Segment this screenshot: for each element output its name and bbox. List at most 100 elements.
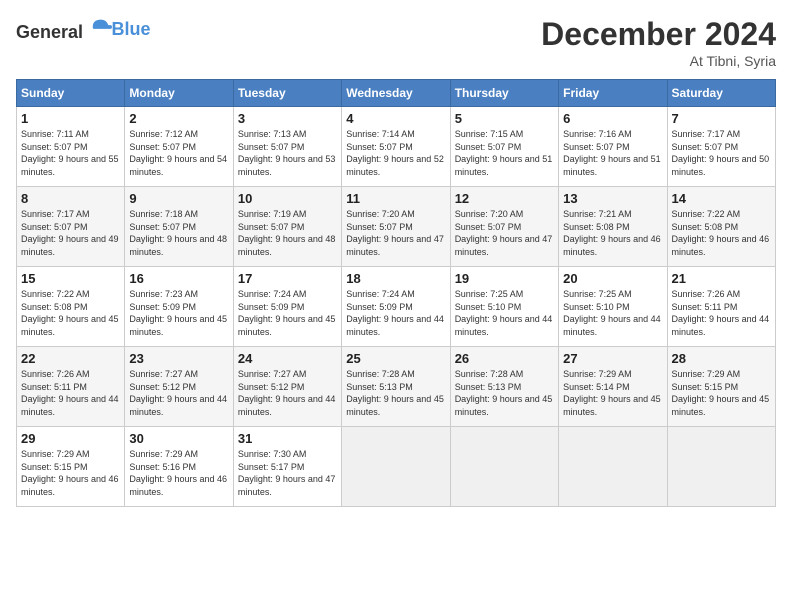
table-row: 26 Sunrise: 7:28 AMSunset: 5:13 PMDayligh…: [450, 347, 558, 427]
logo[interactable]: General Blue: [16, 16, 151, 43]
day-info: Sunrise: 7:15 AMSunset: 5:07 PMDaylight:…: [455, 129, 553, 177]
table-row: 21 Sunrise: 7:26 AMSunset: 5:11 PMDayligh…: [667, 267, 775, 347]
table-row: 6Sunrise: 7:16 AMSunset: 5:07 PMDaylight…: [559, 107, 667, 187]
weekday-header-row: Sunday Monday Tuesday Wednesday Thursday…: [17, 80, 776, 107]
day-number: 9: [129, 191, 228, 206]
table-row: 30Sunrise: 7:29 AMSunset: 5:16 PMDayligh…: [125, 427, 233, 507]
day-info: Sunrise: 7:27 AMSunset: 5:12 PMDaylight:…: [129, 369, 227, 417]
table-row: 25 Sunrise: 7:28 AMSunset: 5:13 PMDayligh…: [342, 347, 450, 427]
table-row: 19 Sunrise: 7:25 AMSunset: 5:10 PMDayligh…: [450, 267, 558, 347]
day-info: Sunrise: 7:18 AMSunset: 5:07 PMDaylight:…: [129, 209, 227, 257]
day-info: Sunrise: 7:17 AMSunset: 5:07 PMDaylight:…: [672, 129, 770, 177]
month-title: December 2024: [541, 16, 776, 53]
logo-icon: [90, 16, 112, 38]
day-number: 21: [672, 271, 771, 286]
table-row: 24 Sunrise: 7:27 AMSunset: 5:12 PMDayligh…: [233, 347, 341, 427]
table-row: 28Sunrise: 7:29 AMSunset: 5:15 PMDayligh…: [667, 347, 775, 427]
calendar-week-row: 15 Sunrise: 7:22 AMSunset: 5:08 PMDayligh…: [17, 267, 776, 347]
day-number: 16: [129, 271, 228, 286]
day-info: Sunrise: 7:23 AMSunset: 5:09 PMDaylight:…: [129, 289, 227, 337]
day-info: Sunrise: 7:28 AMSunset: 5:13 PMDaylight:…: [455, 369, 553, 417]
day-number: 19: [455, 271, 554, 286]
day-info: Sunrise: 7:24 AMSunset: 5:09 PMDaylight:…: [346, 289, 444, 337]
day-number: 13: [563, 191, 662, 206]
table-row: 27Sunrise: 7:29 AMSunset: 5:14 PMDayligh…: [559, 347, 667, 427]
table-row: 7 Sunrise: 7:17 AMSunset: 5:07 PMDaylight…: [667, 107, 775, 187]
day-info: Sunrise: 7:28 AMSunset: 5:13 PMDaylight:…: [346, 369, 444, 417]
logo-general: General: [16, 22, 83, 42]
day-number: 24: [238, 351, 337, 366]
calendar-week-row: 1 Sunrise: 7:11 AMSunset: 5:07 PMDaylight…: [17, 107, 776, 187]
day-number: 23: [129, 351, 228, 366]
calendar-table: Sunday Monday Tuesday Wednesday Thursday…: [16, 79, 776, 507]
day-info: Sunrise: 7:29 AMSunset: 5:15 PMDaylight:…: [672, 369, 770, 417]
day-number: 5: [455, 111, 554, 126]
day-info: Sunrise: 7:20 AMSunset: 5:07 PMDaylight:…: [346, 209, 444, 257]
day-number: 1: [21, 111, 120, 126]
day-number: 4: [346, 111, 445, 126]
table-row: 2Sunrise: 7:12 AMSunset: 5:07 PMDaylight…: [125, 107, 233, 187]
header-thursday: Thursday: [450, 80, 558, 107]
day-info: Sunrise: 7:21 AMSunset: 5:08 PMDaylight:…: [563, 209, 661, 257]
table-row: 14 Sunrise: 7:22 AMSunset: 5:08 PMDayligh…: [667, 187, 775, 267]
day-info: Sunrise: 7:24 AMSunset: 5:09 PMDaylight:…: [238, 289, 336, 337]
table-row: 1 Sunrise: 7:11 AMSunset: 5:07 PMDaylight…: [17, 107, 125, 187]
calendar-week-row: 29 Sunrise: 7:29 AMSunset: 5:15 PMDayligh…: [17, 427, 776, 507]
day-number: 14: [672, 191, 771, 206]
table-row: 12 Sunrise: 7:20 AMSunset: 5:07 PMDayligh…: [450, 187, 558, 267]
table-row: 11Sunrise: 7:20 AMSunset: 5:07 PMDayligh…: [342, 187, 450, 267]
day-info: Sunrise: 7:12 AMSunset: 5:07 PMDaylight:…: [129, 129, 227, 177]
table-row: 17 Sunrise: 7:24 AMSunset: 5:09 PMDayligh…: [233, 267, 341, 347]
day-number: 3: [238, 111, 337, 126]
day-info: Sunrise: 7:29 AMSunset: 5:15 PMDaylight:…: [21, 449, 119, 497]
table-row: 15 Sunrise: 7:22 AMSunset: 5:08 PMDayligh…: [17, 267, 125, 347]
day-number: 12: [455, 191, 554, 206]
day-info: Sunrise: 7:26 AMSunset: 5:11 PMDaylight:…: [21, 369, 119, 417]
header: General Blue December 2024 At Tibni, Syr…: [16, 16, 776, 69]
day-number: 6: [563, 111, 662, 126]
table-row: 29 Sunrise: 7:29 AMSunset: 5:15 PMDayligh…: [17, 427, 125, 507]
table-row: [450, 427, 558, 507]
location-subtitle: At Tibni, Syria: [541, 53, 776, 69]
table-row: 3Sunrise: 7:13 AMSunset: 5:07 PMDaylight…: [233, 107, 341, 187]
day-number: 17: [238, 271, 337, 286]
table-row: [667, 427, 775, 507]
day-number: 25: [346, 351, 445, 366]
day-number: 27: [563, 351, 662, 366]
day-number: 15: [21, 271, 120, 286]
day-number: 18: [346, 271, 445, 286]
table-row: 18 Sunrise: 7:24 AMSunset: 5:09 PMDayligh…: [342, 267, 450, 347]
day-info: Sunrise: 7:11 AMSunset: 5:07 PMDaylight:…: [21, 129, 119, 177]
table-row: 5 Sunrise: 7:15 AMSunset: 5:07 PMDaylight…: [450, 107, 558, 187]
day-info: Sunrise: 7:14 AMSunset: 5:07 PMDaylight:…: [346, 129, 444, 177]
day-number: 29: [21, 431, 120, 446]
table-row: 8Sunrise: 7:17 AMSunset: 5:07 PMDaylight…: [17, 187, 125, 267]
table-row: 20Sunrise: 7:25 AMSunset: 5:10 PMDayligh…: [559, 267, 667, 347]
day-info: Sunrise: 7:27 AMSunset: 5:12 PMDaylight:…: [238, 369, 336, 417]
table-row: 4 Sunrise: 7:14 AMSunset: 5:07 PMDaylight…: [342, 107, 450, 187]
day-info: Sunrise: 7:26 AMSunset: 5:11 PMDaylight:…: [672, 289, 770, 337]
day-number: 7: [672, 111, 771, 126]
table-row: [559, 427, 667, 507]
calendar-week-row: 22Sunrise: 7:26 AMSunset: 5:11 PMDayligh…: [17, 347, 776, 427]
header-monday: Monday: [125, 80, 233, 107]
day-info: Sunrise: 7:20 AMSunset: 5:07 PMDaylight:…: [455, 209, 553, 257]
day-number: 30: [129, 431, 228, 446]
logo-blue: Blue: [112, 19, 151, 39]
page-container: General Blue December 2024 At Tibni, Syr…: [0, 0, 792, 515]
table-row: [342, 427, 450, 507]
table-row: 22Sunrise: 7:26 AMSunset: 5:11 PMDayligh…: [17, 347, 125, 427]
day-info: Sunrise: 7:19 AMSunset: 5:07 PMDaylight:…: [238, 209, 336, 257]
day-info: Sunrise: 7:22 AMSunset: 5:08 PMDaylight:…: [21, 289, 119, 337]
day-number: 31: [238, 431, 337, 446]
day-info: Sunrise: 7:25 AMSunset: 5:10 PMDaylight:…: [455, 289, 553, 337]
title-block: December 2024 At Tibni, Syria: [541, 16, 776, 69]
header-friday: Friday: [559, 80, 667, 107]
header-sunday: Sunday: [17, 80, 125, 107]
day-number: 26: [455, 351, 554, 366]
day-info: Sunrise: 7:30 AMSunset: 5:17 PMDaylight:…: [238, 449, 336, 497]
table-row: 13 Sunrise: 7:21 AMSunset: 5:08 PMDayligh…: [559, 187, 667, 267]
table-row: 10Sunrise: 7:19 AMSunset: 5:07 PMDayligh…: [233, 187, 341, 267]
header-wednesday: Wednesday: [342, 80, 450, 107]
day-info: Sunrise: 7:22 AMSunset: 5:08 PMDaylight:…: [672, 209, 770, 257]
